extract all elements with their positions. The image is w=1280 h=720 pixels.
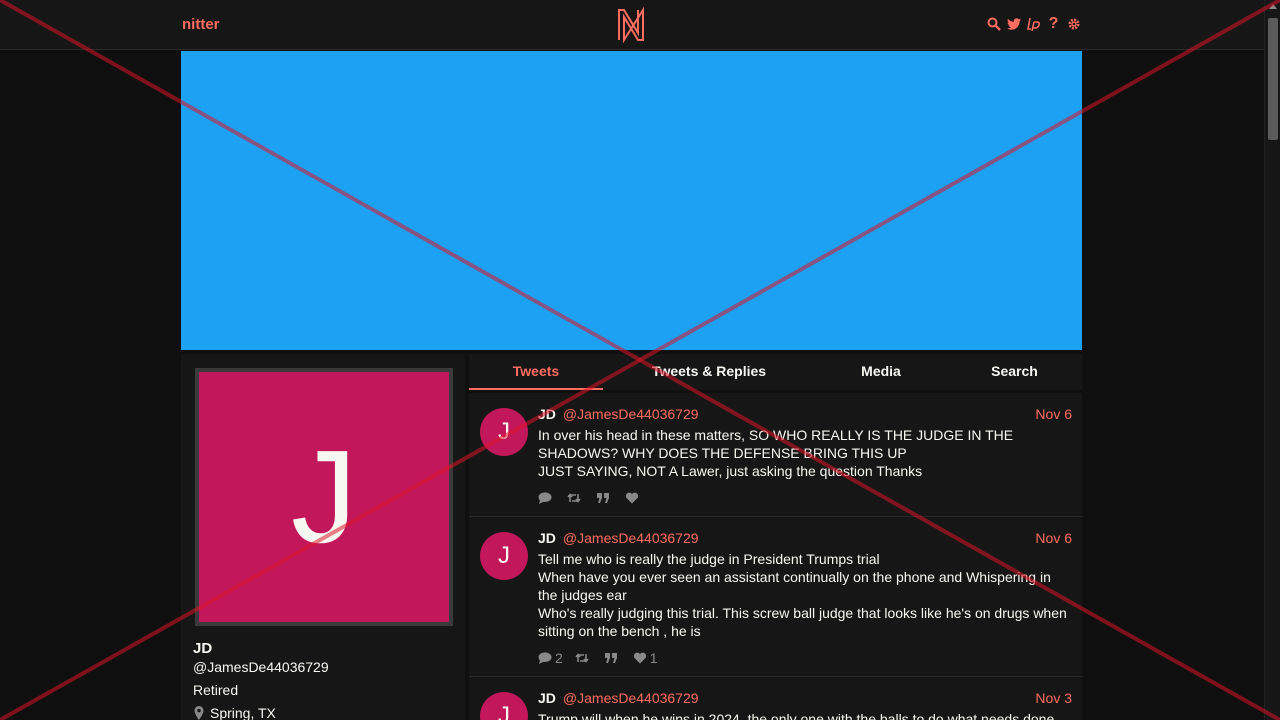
profile-bio: Retired: [193, 682, 239, 698]
tweet-avatar[interactable]: J: [480, 691, 528, 720]
tweet-username[interactable]: @JamesDe44036729: [563, 530, 699, 546]
tweet-stats: 2 1: [538, 650, 1072, 666]
timeline-tabs: Tweets Tweets & Replies Media Search: [469, 354, 1082, 390]
liberapay-icon[interactable]: [1026, 15, 1041, 33]
gear-icon[interactable]: [1066, 15, 1081, 33]
like-count: 1: [649, 649, 658, 666]
page-scrollbar[interactable]: [1264, 0, 1280, 720]
tab-tweets[interactable]: Tweets: [469, 354, 603, 390]
location-label: Spring, TX: [210, 705, 276, 720]
tweet-avatar[interactable]: J: [480, 531, 528, 580]
nav-icon-bar: ?: [986, 15, 1081, 33]
like-stat[interactable]: 1: [633, 650, 658, 666]
heart-icon: [625, 492, 639, 504]
quote-icon: [604, 652, 617, 663]
profile-avatar[interactable]: J: [195, 368, 453, 626]
quote-stat[interactable]: [596, 492, 613, 504]
tweet-content: Trump will when he wins in 2024, the onl…: [538, 710, 1055, 720]
tweet-date[interactable]: Nov 3: [1035, 690, 1072, 706]
tweet-username[interactable]: @JamesDe44036729: [563, 690, 699, 706]
profile-username[interactable]: @JamesDe44036729: [193, 659, 329, 675]
location-pin-icon: [194, 706, 204, 720]
retweet-icon: [575, 652, 589, 663]
retweet-stat[interactable]: [567, 492, 584, 504]
profile-fullname[interactable]: JD: [193, 640, 212, 657]
tweet-avatar[interactable]: J: [480, 408, 528, 456]
tweet-item[interactable]: J JD @JamesDe44036729 Nov 6 Tell me who …: [469, 516, 1082, 677]
quote-stat[interactable]: [604, 652, 621, 664]
timeline: J JD @JamesDe44036729 Nov 6 In over his …: [469, 393, 1082, 720]
tweet-stats: [538, 490, 1072, 506]
like-stat[interactable]: [625, 492, 642, 504]
brand-link[interactable]: nitter: [182, 16, 220, 33]
profile-banner[interactable]: [181, 51, 1082, 350]
tweet-fullname[interactable]: JD: [538, 406, 556, 422]
tab-media[interactable]: Media: [815, 354, 947, 390]
scroll-up-arrow-icon[interactable]: [1269, 4, 1277, 9]
retweet-icon: [567, 492, 581, 503]
scrollbar-thumb[interactable]: [1268, 18, 1278, 140]
tweet-date[interactable]: Nov 6: [1035, 406, 1072, 422]
tweet-content: Tell me who is really the judge in Presi…: [538, 550, 1067, 640]
twitter-bird-icon[interactable]: [1006, 15, 1021, 33]
tweet-content: In over his head in these matters, SO WH…: [538, 427, 1014, 480]
comment-icon: [538, 652, 552, 664]
quote-icon: [597, 492, 609, 503]
tab-tweets-replies[interactable]: Tweets & Replies: [603, 354, 815, 390]
comment-icon: [538, 492, 552, 504]
reply-stat[interactable]: [538, 492, 555, 504]
tweet-item[interactable]: J JD @JamesDe44036729 Nov 3 Trump will w…: [469, 676, 1082, 720]
tweet-username[interactable]: @JamesDe44036729: [563, 406, 699, 422]
tweet-header: JD @JamesDe44036729 Nov 6: [538, 406, 1072, 422]
reply-count: 2: [555, 649, 563, 666]
retweet-stat[interactable]: [575, 652, 592, 664]
tweet-header: JD @JamesDe44036729 Nov 3: [538, 690, 1072, 706]
tweet-date[interactable]: Nov 6: [1035, 530, 1072, 546]
reply-stat[interactable]: 2: [538, 650, 563, 666]
top-navbar: nitter ?: [0, 0, 1264, 50]
tweet-item[interactable]: J JD @JamesDe44036729 Nov 6 In over his …: [469, 393, 1082, 517]
help-icon[interactable]: ?: [1046, 15, 1061, 33]
nitter-logo[interactable]: [616, 7, 646, 43]
profile-card: J JD @JamesDe44036729 Retired Spring, TX: [181, 354, 465, 720]
profile-location: Spring, TX: [193, 705, 276, 720]
search-icon[interactable]: [986, 15, 1001, 33]
tab-search[interactable]: Search: [947, 354, 1082, 390]
tweet-header: JD @JamesDe44036729 Nov 6: [538, 530, 1072, 546]
heart-icon: [633, 652, 646, 664]
tweet-fullname[interactable]: JD: [538, 530, 556, 546]
tweet-fullname[interactable]: JD: [538, 690, 556, 706]
